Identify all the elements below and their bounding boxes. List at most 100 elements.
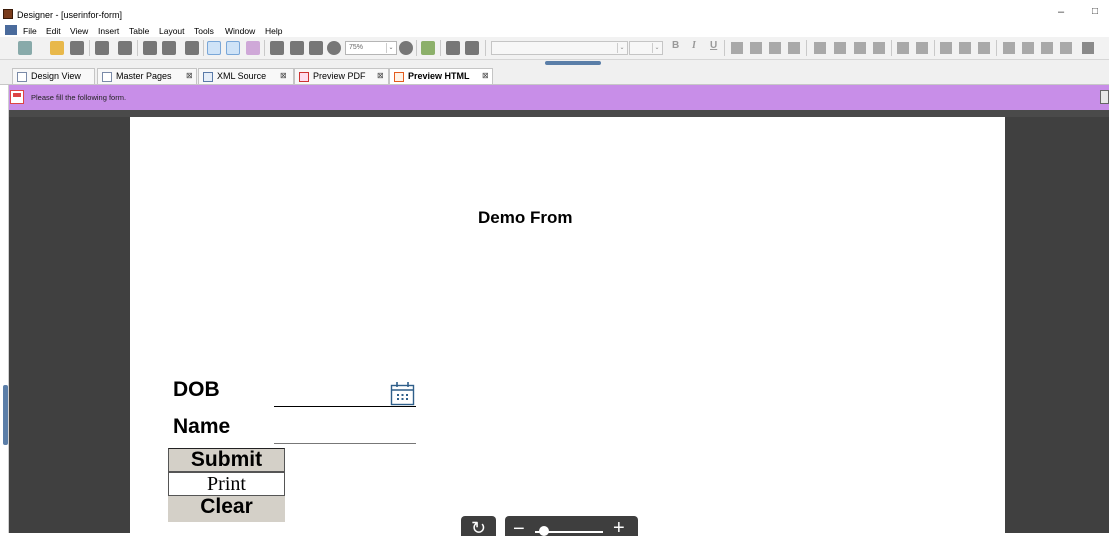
tab-label: XML Source xyxy=(217,71,267,81)
make-same-height-icon[interactable] xyxy=(1022,42,1034,54)
refresh-icon: ↻ xyxy=(470,518,487,538)
object3-icon[interactable] xyxy=(309,41,323,55)
form-title: Demo From xyxy=(478,208,573,227)
find-icon[interactable] xyxy=(185,41,199,55)
align-objects-left-icon[interactable] xyxy=(814,42,826,54)
zoom-value: 75% xyxy=(349,44,364,51)
minimize-button[interactable]: – xyxy=(1058,6,1064,18)
toolbar-separator xyxy=(264,40,265,56)
left-panel xyxy=(0,85,9,533)
menu-help[interactable]: Help xyxy=(265,26,282,36)
object2-icon[interactable] xyxy=(290,41,304,55)
font-select[interactable]: ⌄ xyxy=(491,41,628,55)
tab-preview-pdf[interactable]: Preview PDF xyxy=(294,68,389,84)
form-icon xyxy=(10,90,24,104)
zoom-in-button[interactable]: + xyxy=(613,518,625,538)
tab-master-pages[interactable]: Master Pages xyxy=(97,68,197,84)
align-objects-bottom-icon[interactable] xyxy=(873,42,885,54)
toolbar-separator xyxy=(416,40,417,56)
refresh-button[interactable]: ↻ xyxy=(461,516,496,538)
make-same-size-icon[interactable] xyxy=(1041,42,1053,54)
dob-field[interactable] xyxy=(274,406,416,407)
xml-icon xyxy=(203,72,213,82)
message-text: Please fill the following form. xyxy=(31,93,127,102)
cut-icon[interactable] xyxy=(118,41,132,55)
zoom-control: − + xyxy=(505,516,638,539)
zoom-select[interactable]: 75% ⌄ xyxy=(345,41,397,55)
toolbar-separator xyxy=(485,40,486,56)
arrange-icon[interactable] xyxy=(1060,42,1072,54)
zoom-slider-handle[interactable] xyxy=(539,526,549,536)
close-icon[interactable]: ⊠ xyxy=(482,72,490,80)
distribute-horizontal-icon[interactable] xyxy=(940,42,952,54)
center-horizontal-icon[interactable] xyxy=(897,42,909,54)
app-icon xyxy=(3,9,13,19)
toolbar: 75% ⌄ ⌄ ⌄ B I U xyxy=(0,37,1109,60)
align-objects-right-icon[interactable] xyxy=(834,42,846,54)
splitter-handle[interactable] xyxy=(545,61,601,65)
align-objects-top-icon[interactable] xyxy=(854,42,866,54)
underline-icon[interactable]: U xyxy=(710,40,717,51)
menu-file[interactable]: File xyxy=(23,26,37,36)
panel-toggle-icon[interactable] xyxy=(1100,90,1109,104)
print-button[interactable]: Print xyxy=(168,472,285,496)
center-vertical-icon[interactable] xyxy=(916,42,928,54)
undo-icon[interactable] xyxy=(143,41,157,55)
grid-icon[interactable] xyxy=(207,41,221,55)
name-field[interactable] xyxy=(274,443,416,444)
toolbar-separator xyxy=(934,40,935,56)
zoom-in-icon[interactable] xyxy=(399,41,413,55)
save-icon[interactable] xyxy=(70,41,84,55)
align-center-icon[interactable] xyxy=(750,42,762,54)
distribute-icon[interactable] xyxy=(978,42,990,54)
layout-icon[interactable] xyxy=(246,41,260,55)
italic-icon[interactable]: I xyxy=(692,40,696,51)
page-icon xyxy=(17,72,27,82)
preview-icon[interactable] xyxy=(446,41,460,55)
close-icon[interactable]: ⊠ xyxy=(377,72,385,80)
maximize-button[interactable]: □ xyxy=(1092,6,1098,17)
title-bar: Designer - [userinfor-form] – □ xyxy=(0,0,1109,24)
menu-table[interactable]: Table xyxy=(129,26,149,36)
print-icon[interactable] xyxy=(95,41,109,55)
menu-layout[interactable]: Layout xyxy=(159,26,185,36)
toolbar-separator xyxy=(806,40,807,56)
chevron-down-icon: ⌄ xyxy=(386,43,395,53)
close-icon[interactable]: ⊠ xyxy=(280,72,288,80)
submit-button[interactable]: Submit xyxy=(168,448,285,472)
align-right-icon[interactable] xyxy=(769,42,781,54)
left-panel-grip[interactable] xyxy=(3,385,8,445)
more-tools-icon[interactable] xyxy=(1082,42,1094,54)
menu-edit[interactable]: Edit xyxy=(46,26,61,36)
snap-grid-icon[interactable] xyxy=(226,41,240,55)
close-icon[interactable]: ⊠ xyxy=(186,72,194,80)
menu-app-icon xyxy=(5,25,17,35)
circle-icon[interactable] xyxy=(327,41,341,55)
align-left-icon[interactable] xyxy=(731,42,743,54)
zoom-out-button[interactable]: − xyxy=(513,519,525,539)
toolbar-separator xyxy=(996,40,997,56)
bold-icon[interactable]: B xyxy=(672,40,679,51)
pdf-icon xyxy=(299,72,309,82)
menu-tools[interactable]: Tools xyxy=(194,26,214,36)
tab-design-view[interactable]: Design View xyxy=(12,68,95,84)
make-same-width-icon[interactable] xyxy=(1003,42,1015,54)
calendar-icon[interactable] xyxy=(390,381,415,406)
font-size-select[interactable]: ⌄ xyxy=(629,41,663,55)
redo-icon[interactable] xyxy=(162,41,176,55)
clear-button[interactable]: Clear xyxy=(168,496,285,522)
menu-view[interactable]: View xyxy=(70,26,88,36)
distribute-vertical-icon[interactable] xyxy=(959,42,971,54)
toolbar-separator xyxy=(440,40,441,56)
menu-window[interactable]: Window xyxy=(225,26,255,36)
menu-insert[interactable]: Insert xyxy=(98,26,119,36)
justify-icon[interactable] xyxy=(788,42,800,54)
image-icon[interactable] xyxy=(465,41,479,55)
open-folder-icon[interactable] xyxy=(50,41,64,55)
tab-preview-html[interactable]: Preview HTML xyxy=(389,68,493,85)
message-bar: Please fill the following form. xyxy=(9,85,1109,110)
new-document-icon[interactable] xyxy=(18,41,32,55)
script-icon[interactable] xyxy=(421,41,435,55)
tab-label: Preview HTML xyxy=(408,71,470,81)
object-icon[interactable] xyxy=(270,41,284,55)
